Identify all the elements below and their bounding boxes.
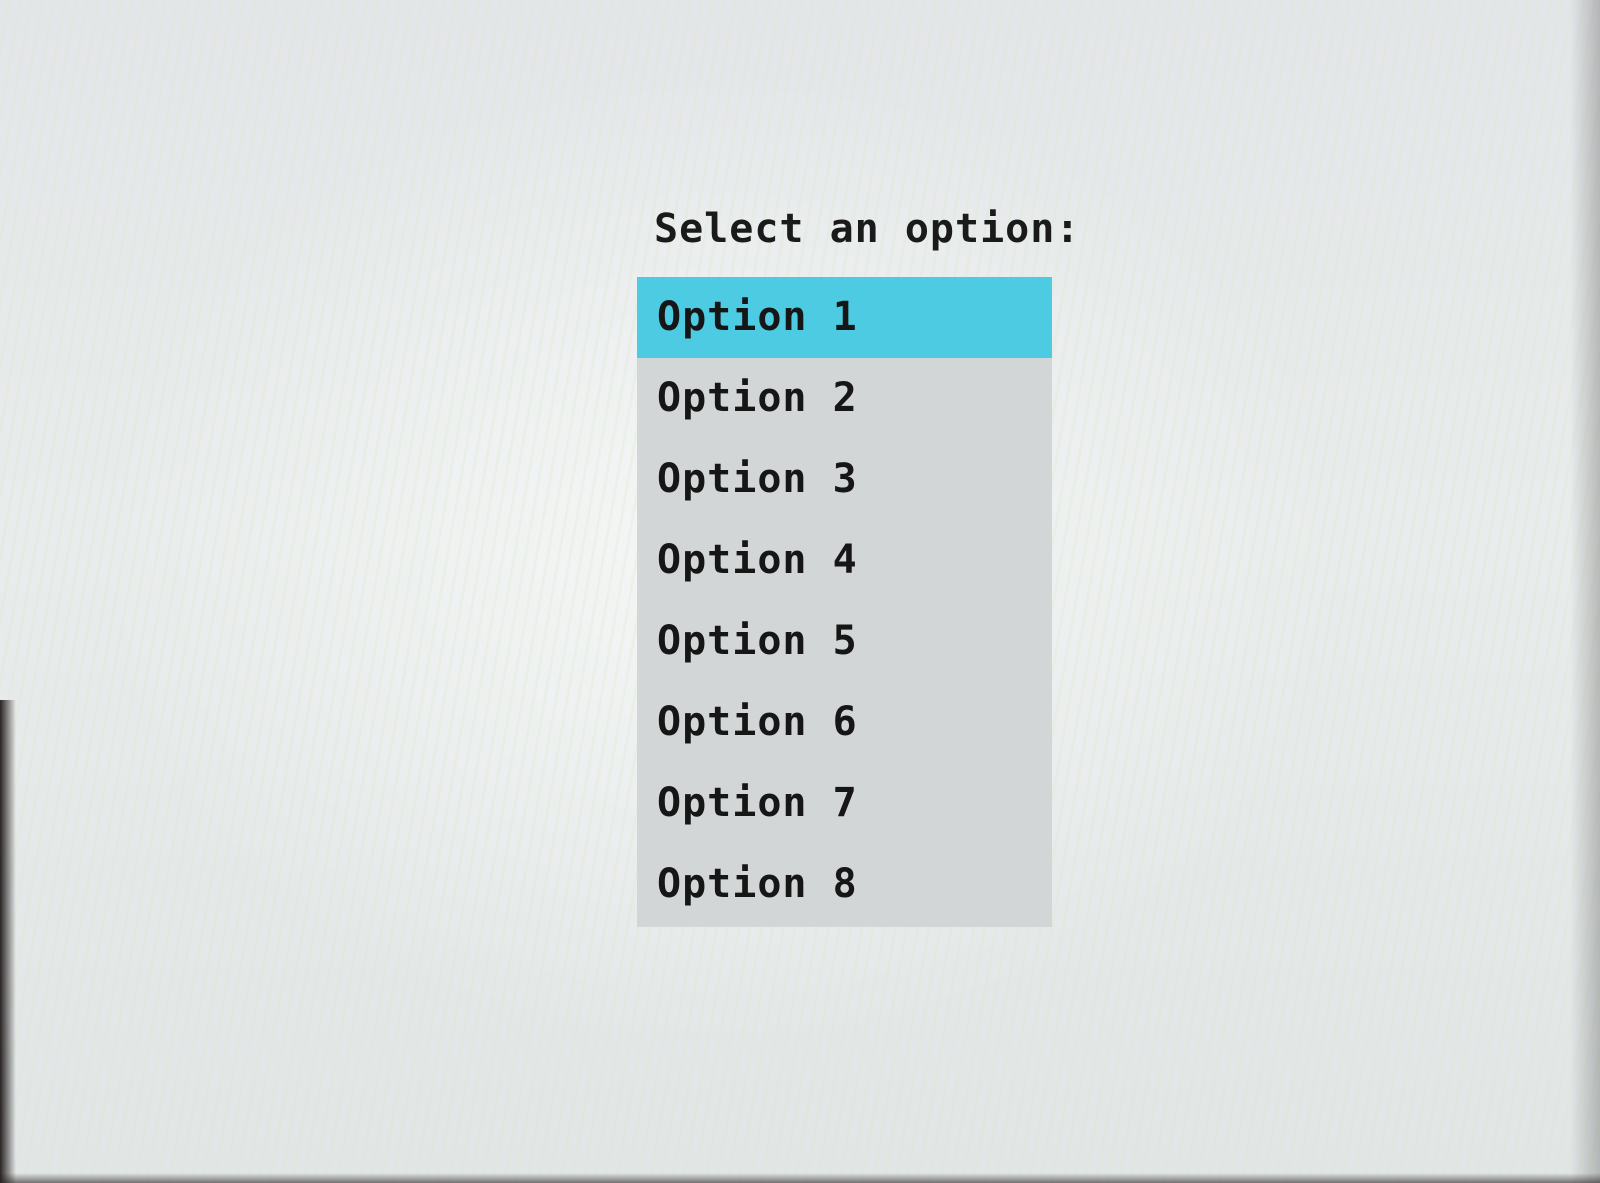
option-item-1[interactable]: Option 1 — [637, 277, 1052, 358]
option-item-6[interactable]: Option 6 — [637, 682, 1052, 763]
option-item-3[interactable]: Option 3 — [637, 439, 1052, 520]
option-item-5[interactable]: Option 5 — [637, 601, 1052, 682]
option-item-2[interactable]: Option 2 — [637, 358, 1052, 439]
option-listbox[interactable]: Option 1 Option 2 Option 3 Option 4 Opti… — [637, 277, 1052, 927]
option-item-7[interactable]: Option 7 — [637, 763, 1052, 844]
option-item-4[interactable]: Option 4 — [637, 520, 1052, 601]
prompt-label: Select an option: — [654, 206, 1081, 252]
option-item-8[interactable]: Option 8 — [637, 844, 1052, 925]
